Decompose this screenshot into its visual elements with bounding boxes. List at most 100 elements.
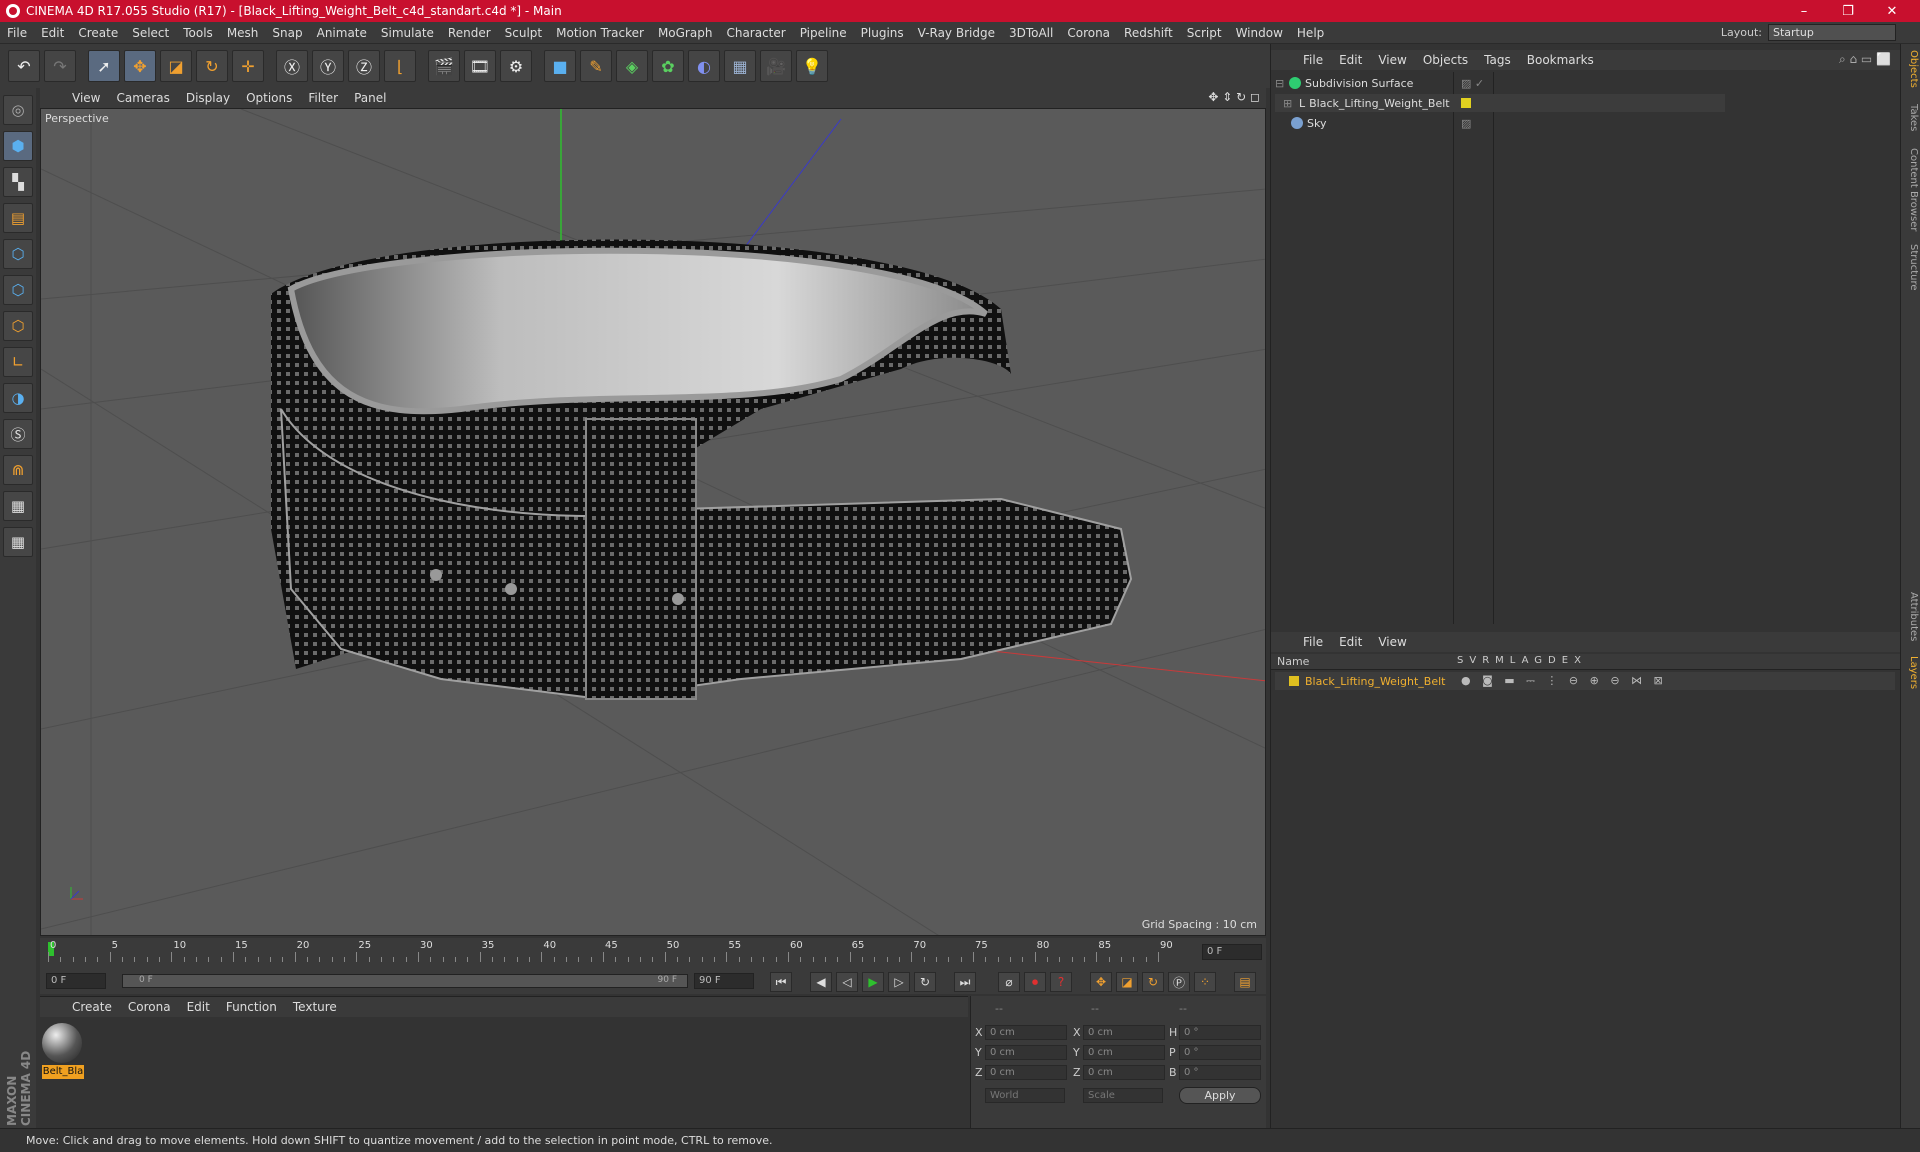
obj-manager-search-icon[interactable]: ⌕ ⌂ ▭ ⬜ [1839,52,1891,67]
make-editable-icon[interactable]: ◎ [3,95,33,125]
tab-content-browser[interactable]: Content Browser [1903,148,1919,231]
end-frame-field[interactable]: 90 F [694,973,754,989]
menu-mesh[interactable]: Mesh [220,26,266,40]
menu-file[interactable]: File [0,26,34,40]
rotation-p-field[interactable]: 0 ° [1179,1045,1261,1060]
rotation-h-field[interactable]: 0 ° [1179,1025,1261,1040]
object-row-sky[interactable]: Sky ▨ [1275,114,1725,132]
menu-plugins[interactable]: Plugins [854,26,911,40]
viewport-menu-filter[interactable]: Filter [300,91,346,105]
light-icon[interactable]: 💡 [796,50,828,82]
menu-tools[interactable]: Tools [176,26,220,40]
viewport-perspective[interactable]: Perspective Grid Spacing : 10 cm [40,108,1266,936]
deformer-icon[interactable]: ◐ [688,50,720,82]
obj-menu-view[interactable]: View [1370,53,1414,67]
cube-primitive-icon[interactable]: ■ [544,50,576,82]
goto-start-icon[interactable]: ⏮ [770,972,792,992]
menu-redshift[interactable]: Redshift [1117,26,1180,40]
tab-layers[interactable]: Layers [1903,656,1919,689]
timeline-ruler[interactable]: 0 5 10 15 20 25 30 35 40 45 50 55 60 65 70 75 80 85 90 0 F [40,938,1266,968]
menu-3dtoall[interactable]: 3DToAll [1002,26,1060,40]
polygons-mode-icon[interactable]: ⬡ [3,311,33,341]
edges-mode-icon[interactable]: ⬡ [3,275,33,305]
apply-button[interactable]: Apply [1179,1087,1261,1104]
axis-mode-icon[interactable]: ∟ [3,347,33,377]
move-axis-icon[interactable]: ✛ [232,50,264,82]
solo-icon[interactable]: Ⓢ [3,419,33,449]
layer-color-swatch[interactable] [1289,676,1299,686]
obj-menu-tags[interactable]: Tags [1476,53,1519,67]
material-menu-corona[interactable]: Corona [120,1000,179,1014]
position-y-field[interactable]: 0 cm [985,1045,1067,1060]
menu-script[interactable]: Script [1180,26,1229,40]
size-y-field[interactable]: 0 cm [1083,1045,1165,1060]
tab-structure[interactable]: Structure [1903,244,1919,291]
layer-row-belt[interactable]: Black_Lifting_Weight_Belt ● ◙ ▬ ⎓ ⋮ ⊖ ⊕ … [1275,672,1895,690]
belt-model[interactable] [271,239,1133,701]
obj-menu-edit[interactable]: Edit [1331,53,1370,67]
layout-select[interactable]: Startup [1768,24,1896,41]
texture-mode-icon[interactable]: ▚ [3,167,33,197]
timeline-window-icon[interactable]: ▤ [1234,972,1256,992]
obj-menu-file[interactable]: File [1295,53,1331,67]
menu-motion-tracker[interactable]: Motion Tracker [549,26,651,40]
z-axis-lock-icon[interactable]: Ⓩ [348,50,380,82]
position-z-field[interactable]: 0 cm [985,1065,1067,1080]
workplane-icon[interactable]: ▤ [3,203,33,233]
key-param-icon[interactable]: Ⓟ [1168,972,1190,992]
scale-tool-icon[interactable]: ◪ [160,50,192,82]
floor-icon[interactable]: ▦ [724,50,756,82]
menu-sculpt[interactable]: Sculpt [498,26,549,40]
menu-snap[interactable]: Snap [265,26,309,40]
layer-menu-file[interactable]: File [1295,635,1331,649]
coordinate-system-icon[interactable]: ⌊ [384,50,416,82]
menu-window[interactable]: Window [1229,26,1290,40]
subdivision-surface-icon[interactable]: ◈ [616,50,648,82]
record-icon[interactable]: ⏺ [1024,972,1046,992]
start-frame-field[interactable]: 0 F [46,973,106,989]
menu-animate[interactable]: Animate [310,26,374,40]
viewport-menu-display[interactable]: Display [178,91,238,105]
collapse-icon[interactable]: ⊟ [1275,77,1285,90]
viewport-menu-options[interactable]: Options [238,91,300,105]
menu-select[interactable]: Select [125,26,176,40]
material-menu-function[interactable]: Function [218,1000,285,1014]
tab-objects[interactable]: Objects [1903,50,1919,88]
menu-render[interactable]: Render [441,26,498,40]
key-points-icon[interactable]: ⁘ [1194,972,1216,992]
viewport-menu-panel[interactable]: Panel [346,91,394,105]
prev-key-icon[interactable]: ◀ [810,972,832,992]
menu-edit[interactable]: Edit [34,26,71,40]
expand-icon[interactable]: ⊞ [1275,97,1292,110]
material-menu-create[interactable]: Create [64,1000,120,1014]
autokey-icon[interactable]: ? [1050,972,1072,992]
current-frame-field[interactable]: 0 F [1202,944,1262,960]
model-mode-icon[interactable]: ⬢ [3,131,33,161]
next-key-icon[interactable]: ↻ [914,972,936,992]
keyframe-icon[interactable]: ⌀ [998,972,1020,992]
material-menu-texture[interactable]: Texture [285,1000,345,1014]
menu-character[interactable]: Character [719,26,792,40]
select-cursor-icon[interactable]: ➚ [88,50,120,82]
material-menu-edit[interactable]: Edit [179,1000,218,1014]
key-rotation-icon[interactable]: ↻ [1142,972,1164,992]
object-visibility-icon[interactable]: ▨ ✓ [1461,77,1484,90]
object-layer-color[interactable] [1461,98,1471,108]
menu-pipeline[interactable]: Pipeline [793,26,854,40]
object-visibility-icon[interactable]: ▨ [1461,117,1471,130]
workplane-lock-icon[interactable]: ▦ [3,491,33,521]
object-row-subdivision-surface[interactable]: ⊟ Subdivision Surface ▨ ✓ [1275,74,1725,92]
key-position-icon[interactable]: ✥ [1090,972,1112,992]
position-x-field[interactable]: 0 cm [985,1025,1067,1040]
render-settings-icon[interactable]: ⚙ [500,50,532,82]
undo-icon[interactable]: ↶ [8,50,40,82]
material-swatch[interactable]: Belt_Bla [42,1023,84,1081]
size-x-field[interactable]: 0 cm [1083,1025,1165,1040]
rotation-b-field[interactable]: 0 ° [1179,1065,1261,1080]
camera-icon[interactable]: 🎥 [760,50,792,82]
x-axis-lock-icon[interactable]: Ⓧ [276,50,308,82]
next-frame-icon[interactable]: ▷ [888,972,910,992]
snap-icon[interactable]: ⋒ [3,455,33,485]
goto-end-icon[interactable]: ⏭ [954,972,976,992]
close-button[interactable]: ✕ [1870,0,1914,22]
